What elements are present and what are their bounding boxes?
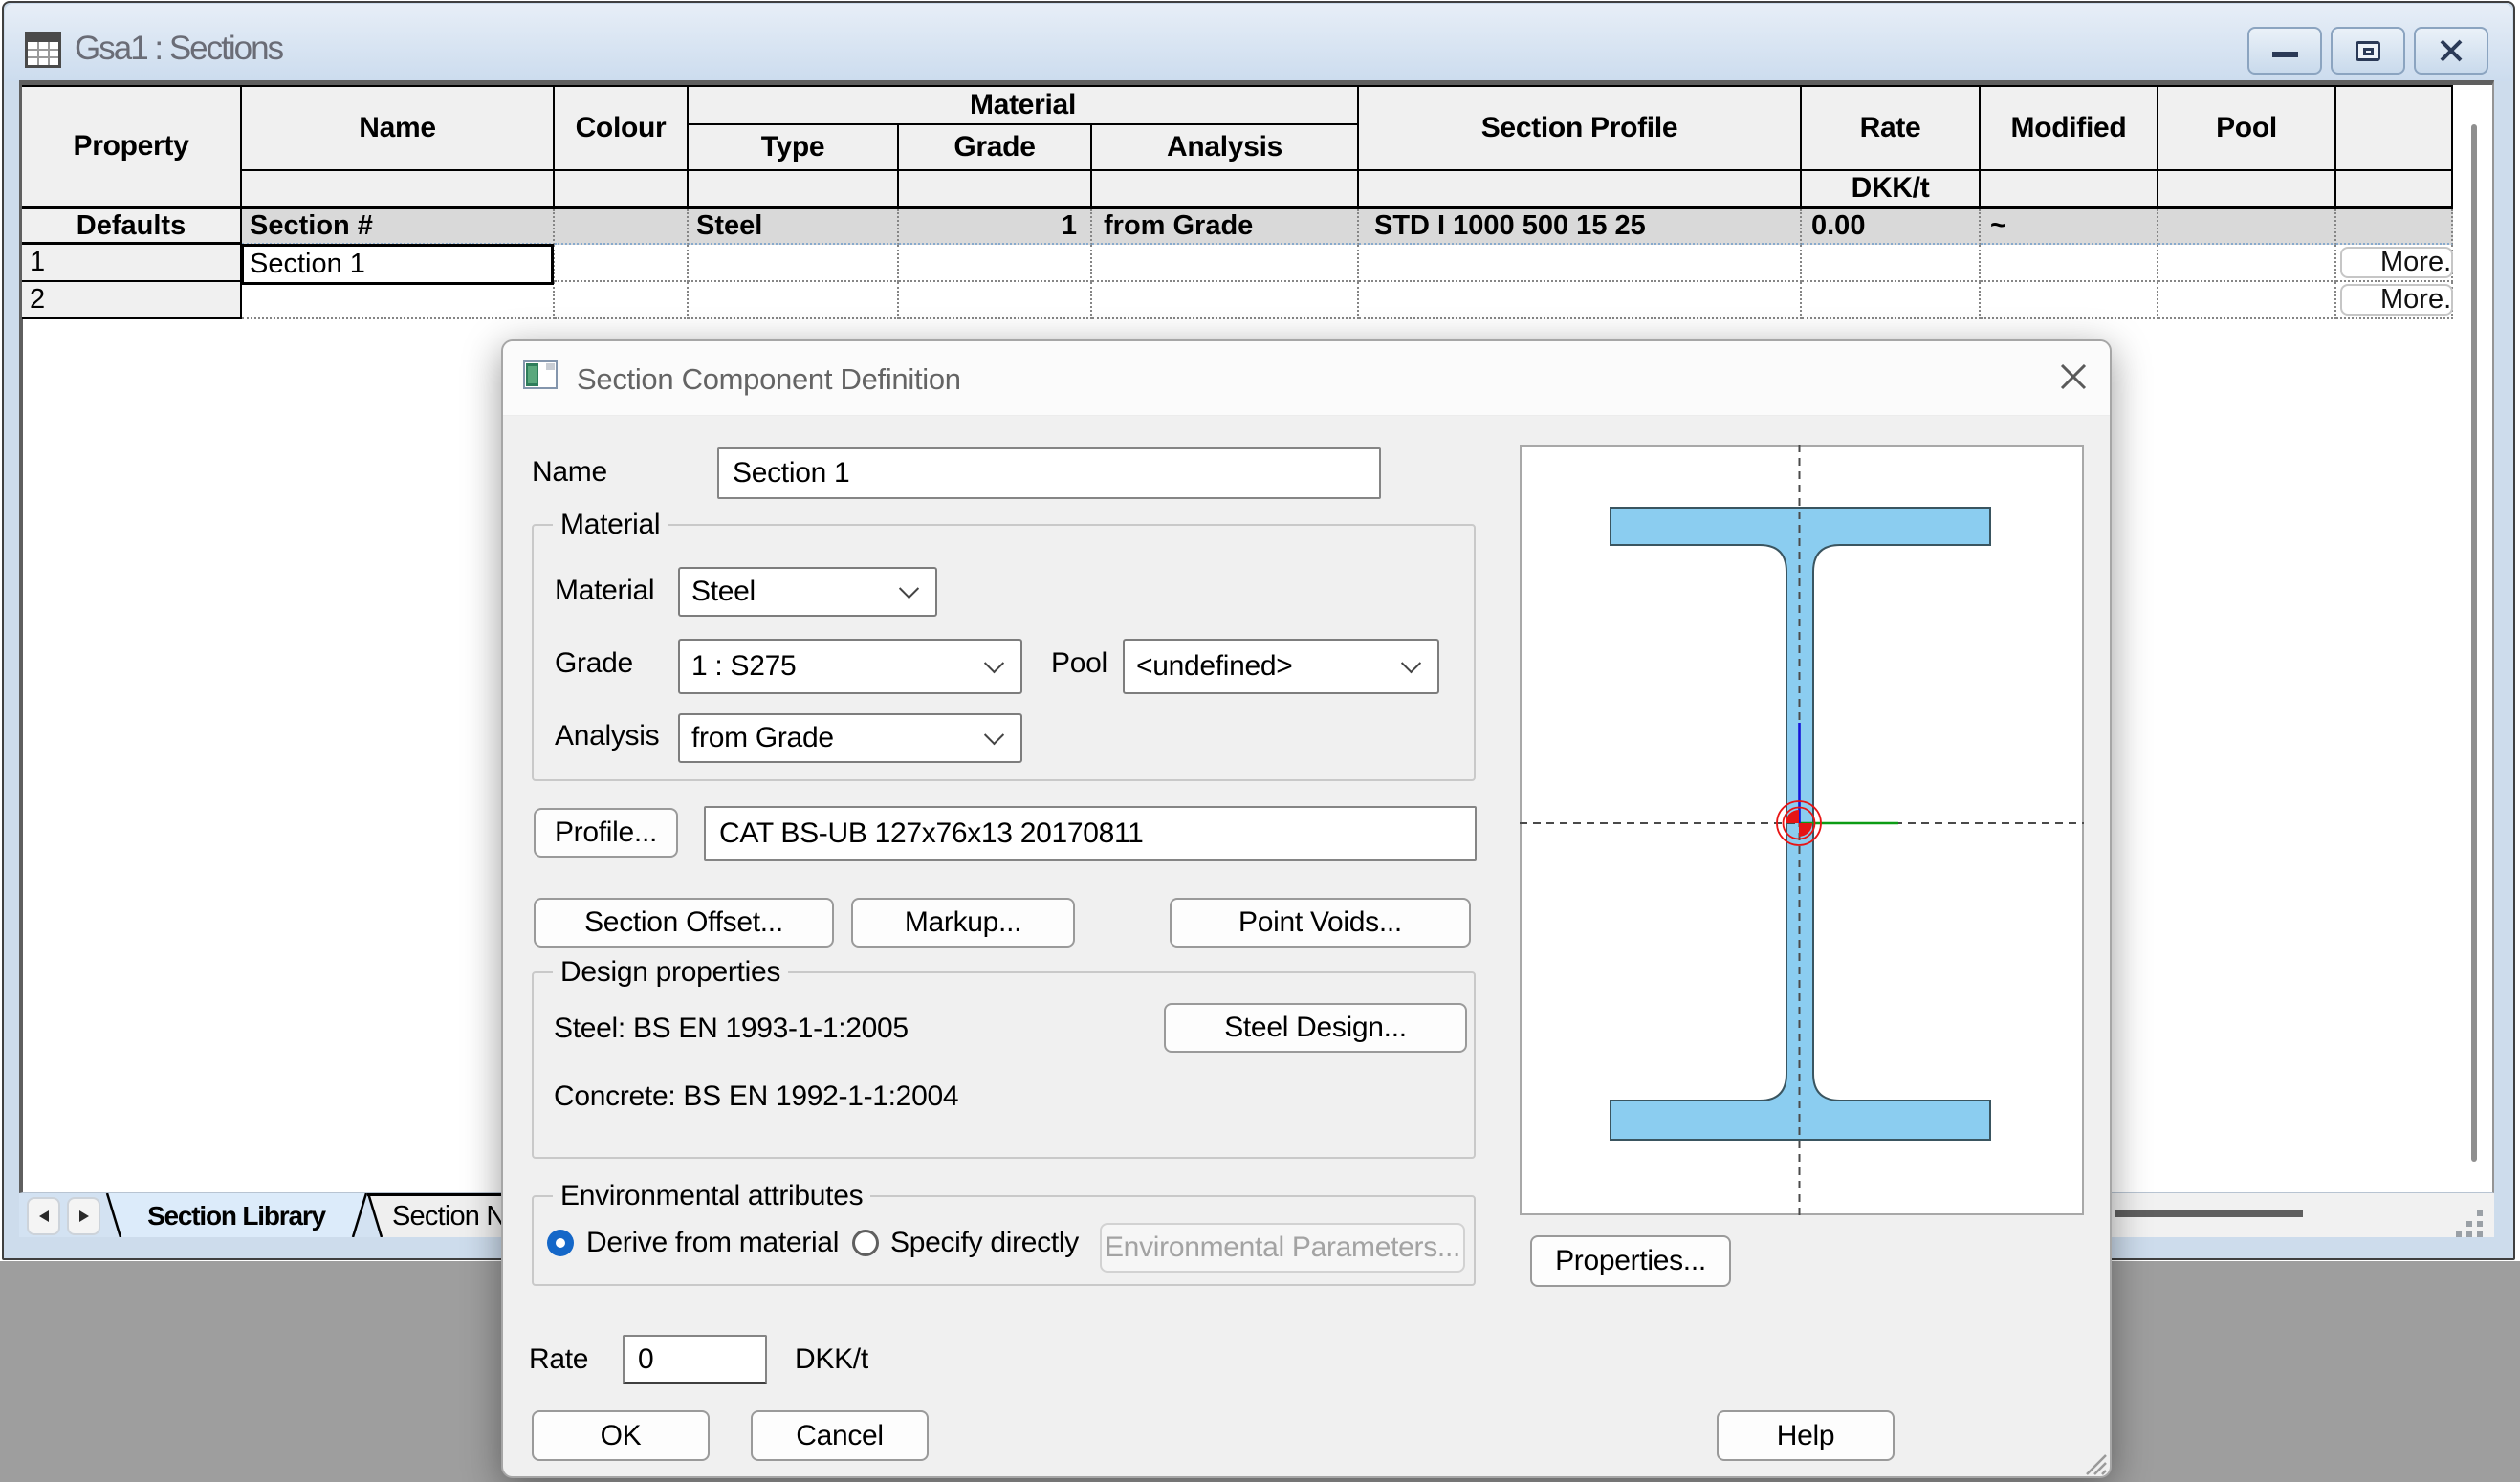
svg-text:Section Library: Section Library [147,1201,326,1231]
